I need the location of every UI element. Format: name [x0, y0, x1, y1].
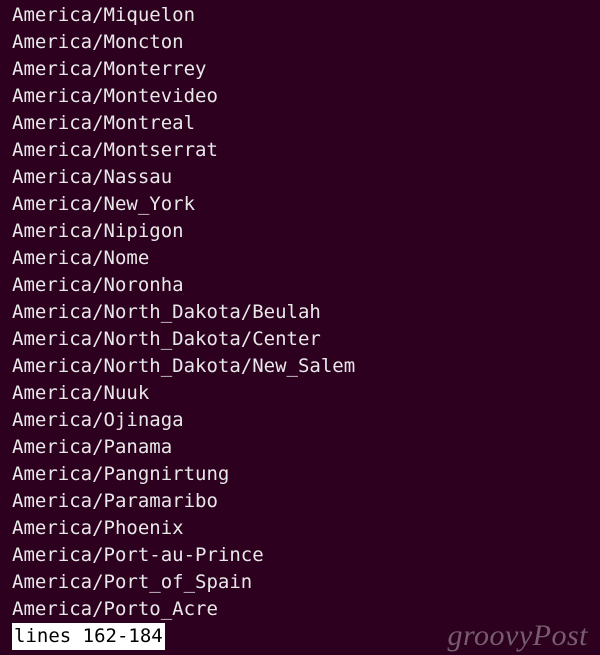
timezone-line: America/Miquelon: [12, 2, 600, 29]
timezone-line: America/Nuuk: [12, 380, 600, 407]
timezone-line: America/Phoenix: [12, 515, 600, 542]
timezone-line: America/Noronha: [12, 272, 600, 299]
timezone-line: America/Port_of_Spain: [12, 569, 600, 596]
timezone-line: America/Montevideo: [12, 83, 600, 110]
timezone-line: America/Paramaribo: [12, 488, 600, 515]
timezone-line: America/Monterrey: [12, 56, 600, 83]
timezone-line: America/Ojinaga: [12, 407, 600, 434]
timezone-line: America/Nome: [12, 245, 600, 272]
timezone-line: America/Montreal: [12, 110, 600, 137]
timezone-line: America/Nassau: [12, 164, 600, 191]
timezone-line: America/Port-au-Prince: [12, 542, 600, 569]
timezone-line: America/Pangnirtung: [12, 461, 600, 488]
terminal-output[interactable]: America/Miquelon America/Moncton America…: [12, 2, 600, 650]
timezone-line: America/Moncton: [12, 29, 600, 56]
timezone-line: America/North_Dakota/Center: [12, 326, 600, 353]
timezone-line: America/Porto_Acre: [12, 596, 600, 623]
timezone-line: America/North_Dakota/Beulah: [12, 299, 600, 326]
timezone-line: America/North_Dakota/New_Salem: [12, 353, 600, 380]
timezone-line: America/Panama: [12, 434, 600, 461]
timezone-line: America/New_York: [12, 191, 600, 218]
timezone-line: America/Montserrat: [12, 137, 600, 164]
pager-status: lines 162-184: [12, 623, 165, 650]
timezone-line: America/Nipigon: [12, 218, 600, 245]
